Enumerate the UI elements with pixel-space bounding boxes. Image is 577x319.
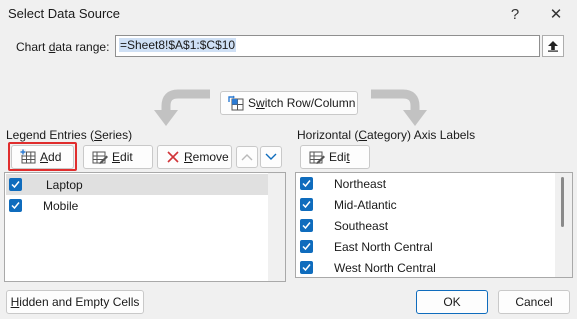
close-icon: ✕: [549, 6, 563, 23]
axis-row-northeast[interactable]: Northeast: [297, 173, 386, 194]
axis-checkbox-east-north-central[interactable]: [300, 240, 313, 253]
axis-list-scrollbar[interactable]: [555, 173, 572, 277]
ok-label: OK: [443, 295, 461, 309]
checkmark-icon: [11, 202, 20, 210]
axis-label-mid-atlantic: Mid-Atlantic: [334, 197, 397, 212]
chart-data-range-label: Chart data range:: [16, 40, 110, 54]
help-icon: ?: [510, 5, 520, 23]
edit-table-icon: [309, 151, 325, 164]
axis-labels-list[interactable]: Northeast Mid-Atlantic Southeast East No…: [295, 172, 573, 278]
range-collapse-button[interactable]: [542, 35, 564, 57]
edit-axis-labels-label: Edit: [329, 150, 350, 164]
cancel-button[interactable]: Cancel: [498, 290, 570, 314]
move-down-button[interactable]: [260, 146, 282, 168]
legend-entries-label: Legend Entries (Series): [6, 128, 133, 142]
ok-button[interactable]: OK: [416, 290, 488, 314]
add-table-icon: [20, 149, 36, 164]
dialog-title: Select Data Source: [8, 6, 121, 21]
edit-series-button[interactable]: Edit: [83, 145, 153, 169]
axis-labels-label: Horizontal (Category) Axis Labels: [297, 128, 476, 142]
chevron-down-icon: [265, 153, 277, 160]
axis-checkbox-west-north-central[interactable]: [300, 261, 313, 274]
axis-label-northeast: Northeast: [334, 176, 387, 191]
checkmark-icon: [11, 181, 20, 189]
axis-label-southeast: Southeast: [334, 218, 389, 233]
checkmark-icon: [302, 201, 311, 209]
close-button[interactable]: ✕: [536, 0, 576, 28]
remove-x-icon: [167, 151, 179, 163]
chart-data-range-input[interactable]: =Sheet8!$A$1:$C$10: [115, 35, 540, 57]
axis-row-mid-atlantic[interactable]: Mid-Atlantic: [297, 194, 397, 215]
legend-series-list[interactable]: Laptop Mobile: [4, 172, 286, 282]
axis-checkbox-northeast[interactable]: [300, 177, 313, 190]
edit-axis-labels-button[interactable]: Edit: [300, 145, 370, 169]
series-label-laptop: Laptop: [46, 177, 83, 192]
axis-label-west-north-central: West North Central: [334, 260, 436, 275]
chart-data-range-value: =Sheet8!$A$1:$C$10: [119, 38, 237, 52]
remove-series-label: Remove: [184, 150, 229, 164]
cancel-label: Cancel: [515, 295, 553, 309]
axis-label-east-north-central: East North Central: [334, 239, 433, 254]
collapse-arrow-icon: [548, 41, 558, 52]
switch-row-column-label: Switch Row/Column: [248, 96, 356, 110]
series-row-laptop[interactable]: Laptop: [6, 174, 273, 195]
add-series-label: Add: [40, 150, 62, 164]
remove-series-button[interactable]: Remove: [157, 145, 232, 169]
axis-row-east-north-central[interactable]: East North Central: [297, 236, 433, 257]
curved-arrow-left-icon: [154, 89, 210, 126]
hidden-empty-cells-button[interactable]: Hidden and Empty Cells: [6, 290, 144, 314]
checkmark-icon: [302, 264, 311, 272]
axis-checkbox-mid-atlantic[interactable]: [300, 198, 313, 211]
chevron-up-icon: [241, 154, 253, 161]
checkmark-icon: [302, 222, 311, 230]
help-button[interactable]: ?: [495, 0, 535, 28]
axis-row-west-north-central[interactable]: West North Central: [297, 257, 436, 277]
edit-table-icon: [92, 151, 108, 164]
series-label-mobile: Mobile: [43, 198, 79, 213]
axis-checkbox-southeast[interactable]: [300, 219, 313, 232]
series-list-scrollbar[interactable]: [268, 173, 285, 281]
hidden-empty-cells-label: Hidden and Empty Cells: [10, 295, 140, 309]
curved-arrow-right-icon: [371, 89, 427, 126]
series-row-mobile[interactable]: Mobile: [6, 195, 273, 216]
edit-series-label: Edit: [112, 150, 133, 164]
checkmark-icon: [302, 243, 311, 251]
series-checkbox-laptop[interactable]: [9, 178, 22, 191]
add-series-button[interactable]: Add: [11, 145, 74, 169]
switch-row-column-icon: [228, 95, 244, 111]
axis-list-scroll-thumb[interactable]: [561, 177, 564, 227]
checkmark-icon: [302, 180, 311, 188]
switch-row-column-button[interactable]: Switch Row/Column: [220, 91, 358, 115]
move-up-button[interactable]: [236, 146, 258, 168]
series-checkbox-mobile[interactable]: [9, 199, 22, 212]
axis-row-southeast[interactable]: Southeast: [297, 215, 388, 236]
